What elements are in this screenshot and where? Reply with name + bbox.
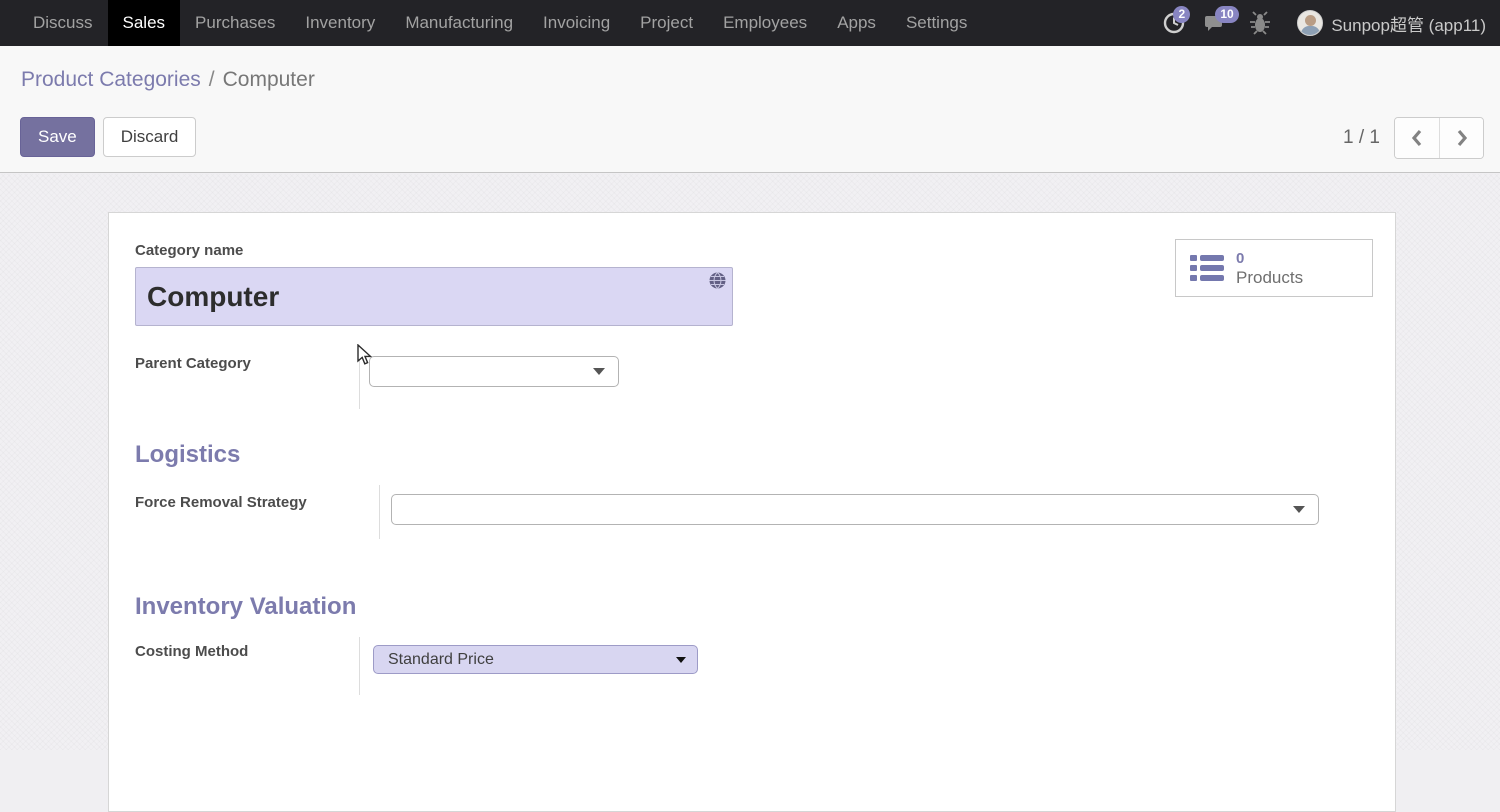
costing-method-value: Standard Price bbox=[388, 651, 494, 669]
chevron-right-icon bbox=[1455, 129, 1469, 147]
breadcrumb-current: Computer bbox=[223, 68, 315, 91]
costing-method-select[interactable]: Standard Price bbox=[373, 645, 698, 674]
chat-bubbles-icon[interactable]: 10 bbox=[1205, 12, 1229, 34]
form-sheet: Category name 0 Products Parent Categor bbox=[108, 212, 1396, 812]
activity-clock-icon[interactable]: 2 bbox=[1163, 12, 1185, 34]
costing-method-label: Costing Method bbox=[135, 643, 248, 660]
content-area: Category name 0 Products Parent Categor bbox=[0, 174, 1500, 750]
pager-buttons bbox=[1394, 117, 1484, 159]
parent-category-label: Parent Category bbox=[135, 355, 251, 372]
avatar-head bbox=[1305, 15, 1316, 26]
category-name-input[interactable] bbox=[135, 267, 733, 326]
category-name-label: Category name bbox=[135, 242, 243, 259]
breadcrumb-product-categories[interactable]: Product Categories bbox=[21, 68, 201, 91]
products-count: 0 bbox=[1236, 250, 1303, 268]
stat-texts: 0 Products bbox=[1236, 250, 1303, 287]
nav-item-employees[interactable]: Employees bbox=[708, 0, 822, 46]
breadcrumb-separator: / bbox=[201, 68, 223, 91]
logistics-section-title: Logistics bbox=[135, 441, 240, 469]
nav-item-discuss[interactable]: Discuss bbox=[18, 0, 108, 46]
parent-category-dropdown[interactable] bbox=[369, 356, 619, 387]
products-label: Products bbox=[1236, 268, 1303, 287]
inventory-valuation-section-title: Inventory Valuation bbox=[135, 593, 356, 621]
field-separator bbox=[359, 349, 360, 409]
nav-item-purchases[interactable]: Purchases bbox=[180, 0, 290, 46]
pager: 1 / 1 bbox=[1343, 117, 1484, 159]
dropdown-caret-icon bbox=[593, 368, 605, 375]
chevron-left-icon bbox=[1410, 129, 1424, 147]
field-separator bbox=[379, 485, 380, 539]
user-avatar[interactable] bbox=[1297, 10, 1323, 36]
app-menu: Discuss Sales Purchases Inventory Manufa… bbox=[0, 0, 982, 46]
field-separator bbox=[359, 637, 360, 695]
globe-translate-icon[interactable] bbox=[709, 272, 726, 294]
nav-item-project[interactable]: Project bbox=[625, 0, 708, 46]
pager-count: 1 / 1 bbox=[1343, 127, 1380, 149]
discard-button[interactable]: Discard bbox=[103, 117, 197, 157]
nav-item-sales[interactable]: Sales bbox=[108, 0, 181, 46]
activity-badge: 2 bbox=[1173, 6, 1190, 23]
products-stat-button[interactable]: 0 Products bbox=[1175, 239, 1373, 297]
message-badge: 10 bbox=[1215, 6, 1238, 23]
force-removal-strategy-label: Force Removal Strategy bbox=[135, 494, 307, 511]
pager-previous-button[interactable] bbox=[1395, 118, 1439, 158]
nav-item-apps[interactable]: Apps bbox=[822, 0, 891, 46]
form-buttons: Save Discard bbox=[20, 117, 196, 157]
nav-item-settings[interactable]: Settings bbox=[891, 0, 982, 46]
dropdown-caret-icon bbox=[1293, 506, 1305, 513]
products-list-icon bbox=[1190, 254, 1224, 282]
nav-item-invoicing[interactable]: Invoicing bbox=[528, 0, 625, 46]
nav-item-manufacturing[interactable]: Manufacturing bbox=[390, 0, 528, 46]
breadcrumb: Product Categories/Computer bbox=[21, 68, 315, 92]
control-panel: Product Categories/Computer Save Discard… bbox=[0, 46, 1500, 173]
user-menu[interactable]: Sunpop超管 (app11) bbox=[1331, 11, 1492, 36]
bug-icon[interactable] bbox=[1249, 11, 1271, 35]
avatar-shoulders bbox=[1301, 26, 1320, 36]
systray: 2 10 Sunpop超管 (app11) bbox=[1153, 0, 1500, 46]
pager-next-button[interactable] bbox=[1439, 118, 1483, 158]
nav-item-inventory[interactable]: Inventory bbox=[290, 0, 390, 46]
top-nav: Discuss Sales Purchases Inventory Manufa… bbox=[0, 0, 1500, 46]
force-removal-strategy-dropdown[interactable] bbox=[391, 494, 1319, 525]
select-caret-icon bbox=[676, 657, 686, 663]
save-button[interactable]: Save bbox=[20, 117, 95, 157]
